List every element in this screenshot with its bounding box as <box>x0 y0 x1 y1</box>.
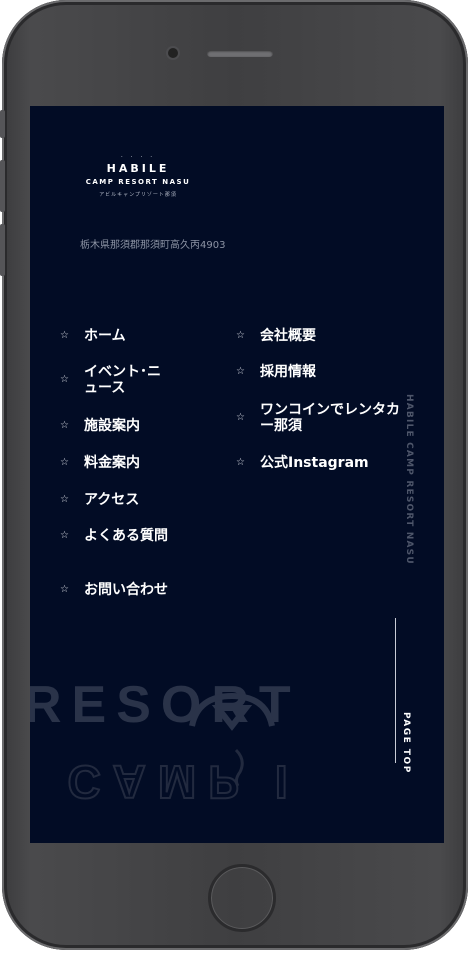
tent-cloud-icon <box>189 692 275 731</box>
star-outline-icon: ☆ <box>60 457 69 468</box>
menu-item-facilities[interactable]: ☆ 施設案内 <box>60 418 190 434</box>
logo-stars: · · · · <box>120 154 156 161</box>
menu-item-access[interactable]: ☆ アクセス <box>60 492 190 508</box>
front-camera <box>168 48 178 58</box>
menu-item-home[interactable]: ☆ ホーム <box>60 328 190 344</box>
rope-icon <box>234 748 244 787</box>
menu-item-rentacar[interactable]: ☆ ワンコインでレンタカー那須 <box>236 402 404 434</box>
page-top-line <box>395 618 396 763</box>
star-outline-icon: ☆ <box>60 374 69 385</box>
footer-screen: · · · · HABILE CAMP RESORT NASU アビルキャンプリ… <box>30 106 444 843</box>
menu-label: ホーム <box>84 328 126 344</box>
resort-watermark: RESORT E CAMP I <box>30 676 301 809</box>
watermark-resort-text: RESORT <box>30 676 301 734</box>
star-outline-icon: ☆ <box>60 494 69 505</box>
phone-frame: · · · · HABILE CAMP RESORT NASU アビルキャンプリ… <box>0 0 468 950</box>
menu-item-company[interactable]: ☆ 会社概要 <box>236 328 386 344</box>
logo-kana: アビルキャンプリゾート那須 <box>99 192 177 198</box>
menu-item-events-news[interactable]: ☆ イベント･ニュース <box>60 364 172 396</box>
menu-item-instagram[interactable]: ☆ 公式Instagram <box>236 455 386 471</box>
menu-item-contact[interactable]: ☆ お問い合わせ <box>60 582 168 598</box>
menu-label: 会社概要 <box>260 328 316 344</box>
menu-label: 料金案内 <box>84 455 140 471</box>
menu-item-recruit[interactable]: ☆ 採用情報 <box>236 364 386 380</box>
logo-subtitle: CAMP RESORT NASU <box>85 178 191 186</box>
star-outline-icon: ☆ <box>236 366 245 377</box>
menu-label: 採用情報 <box>260 364 316 380</box>
menu-label: お問い合わせ <box>84 582 168 598</box>
address-text: 栃木県那須郡那須町高久丙4903 <box>80 240 226 251</box>
home-button[interactable] <box>208 864 276 932</box>
watermark-camp-text: E CAMP I <box>30 756 300 808</box>
menu-item-pricing[interactable]: ☆ 料金案内 <box>60 455 190 471</box>
star-outline-icon: ☆ <box>236 457 245 468</box>
menu-label: イベント･ニュース <box>84 364 161 396</box>
star-outline-icon: ☆ <box>60 330 69 341</box>
logo-brand: HABILE <box>106 162 170 175</box>
vertical-brand-text: HABILE CAMP RESORT NASU <box>404 394 414 565</box>
volume-down-button <box>0 224 5 276</box>
volume-up-button <box>0 160 5 212</box>
menu-item-faq[interactable]: ☆ よくある質問 <box>60 528 168 544</box>
menu-label: よくある質問 <box>84 528 168 544</box>
mute-switch <box>0 110 5 138</box>
star-outline-icon: ☆ <box>236 330 245 341</box>
star-outline-icon: ☆ <box>236 412 245 423</box>
star-outline-icon: ☆ <box>60 420 69 431</box>
page-top-link[interactable]: PAGE TOP <box>401 712 411 774</box>
menu-label: 施設案内 <box>84 418 140 434</box>
site-logo[interactable]: · · · · HABILE CAMP RESORT NASU アビルキャンプリ… <box>78 154 198 202</box>
star-outline-icon: ☆ <box>60 530 69 541</box>
star-outline-icon: ☆ <box>60 584 69 595</box>
earpiece-speaker <box>207 50 273 57</box>
menu-label: ワンコインでレンタカー那須 <box>260 402 400 434</box>
menu-label: 公式Instagram <box>260 455 369 471</box>
menu-label: アクセス <box>84 492 140 508</box>
